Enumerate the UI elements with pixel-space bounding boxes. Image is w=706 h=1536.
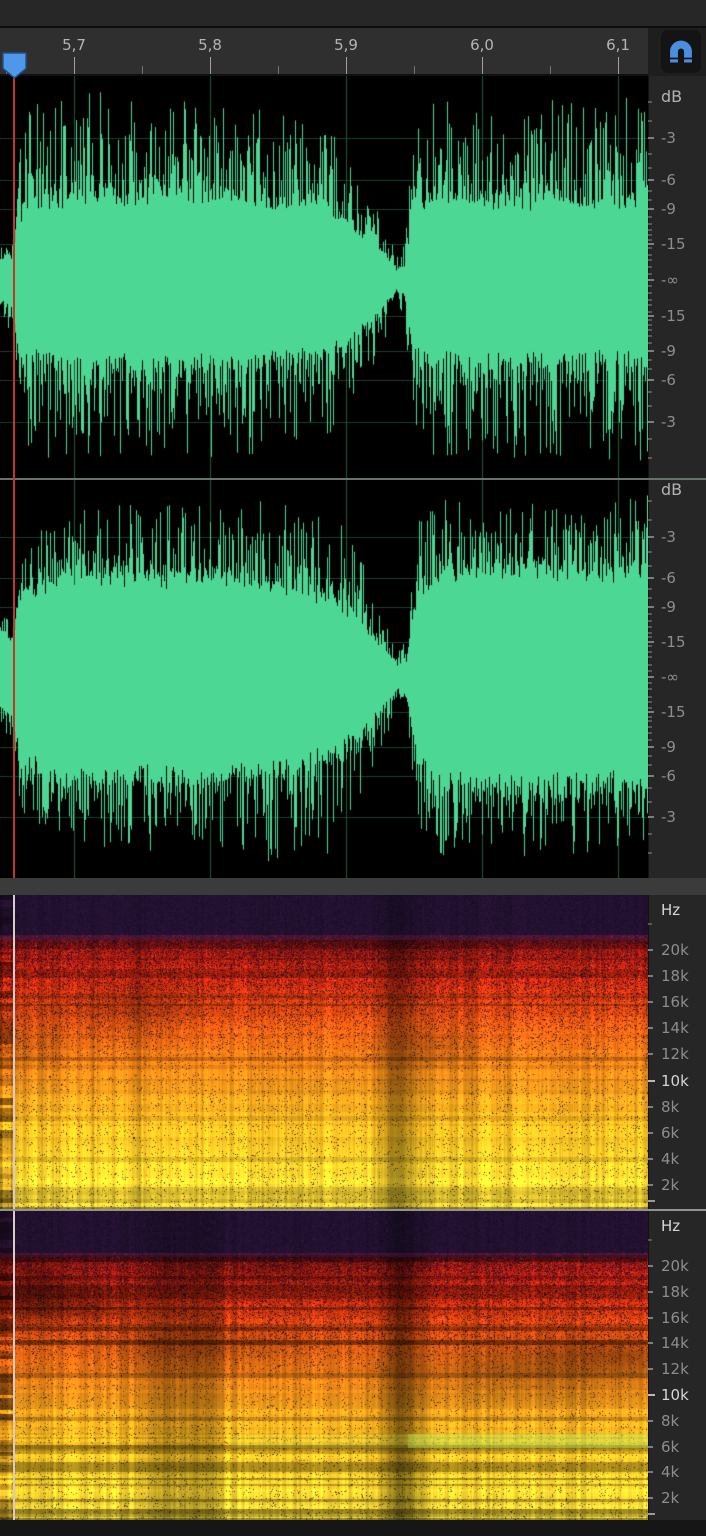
timeline-ruler[interactable]: 5,7 5,8 5,9 6,0 6,1 [0, 28, 648, 76]
title-bar [0, 0, 706, 26]
major-tick [346, 57, 347, 74]
time-label: 6,1 [596, 36, 640, 54]
time-label: 5,7 [52, 36, 96, 54]
minor-tick [278, 66, 279, 74]
playhead-line-spectrogram [13, 1211, 15, 1520]
time-label: 6,0 [460, 36, 504, 54]
magnet-icon [667, 37, 695, 67]
playhead-line [13, 76, 15, 878]
major-tick [210, 57, 211, 74]
waveform-display[interactable] [0, 76, 648, 878]
audio-editor-window: 5,75,85,96,06,1 dB-3-3-6-6-9-9-15-15-∞dB… [0, 0, 706, 1536]
major-tick [618, 57, 619, 74]
time-label: 5,8 [188, 36, 232, 54]
time-label: 5,9 [324, 36, 368, 54]
playhead-marker[interactable] [2, 52, 27, 79]
minor-tick [414, 66, 415, 74]
spectrogram-display-left[interactable] [0, 895, 648, 1209]
snap-button[interactable] [661, 30, 701, 73]
spectrogram-divider[interactable] [0, 1209, 706, 1211]
pane-divider[interactable] [0, 878, 706, 895]
major-tick [482, 57, 483, 74]
minor-tick [142, 66, 143, 74]
spectrogram-display-right[interactable] [0, 1211, 648, 1520]
bottom-bar [0, 1520, 706, 1536]
minor-tick [550, 66, 551, 74]
scale-column[interactable] [648, 76, 706, 1536]
major-tick [74, 57, 75, 74]
playhead-line-spectrogram [13, 895, 15, 1209]
channel-divider[interactable] [0, 478, 706, 480]
